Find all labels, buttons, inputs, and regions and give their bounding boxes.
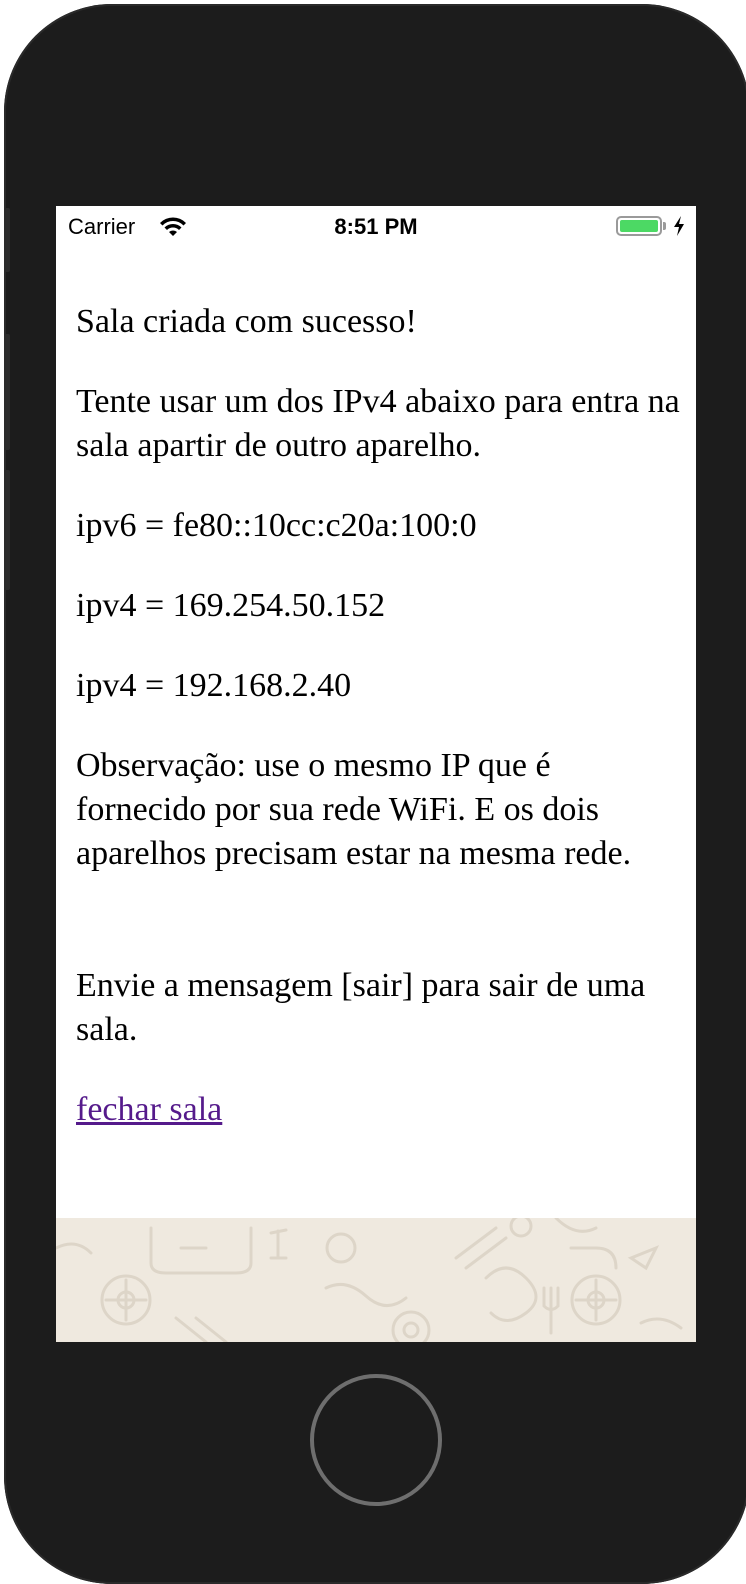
- close-room-link[interactable]: fechar sala: [76, 1091, 222, 1128]
- ipv4-address: ipv4 = 192.168.2.40: [76, 667, 352, 704]
- volume-up-button: [4, 334, 10, 450]
- ipv6-address: ipv6 = fe80::10cc:c20a:100:0: [76, 507, 477, 544]
- screen: Carrier 8:51 PM Sala criada com sucesso!…: [56, 206, 696, 1342]
- instructions-text: Tente usar um dos IPv4 abaixo para entra…: [76, 383, 680, 464]
- room-info: Sala criada com sucesso! Tente usar um d…: [76, 300, 686, 1168]
- volume-down-button: [4, 470, 10, 590]
- success-message: Sala criada com sucesso!: [76, 303, 417, 340]
- exit-hint: Envie a mensagem [sair] para sair de uma…: [76, 967, 646, 1048]
- status-bar: Carrier 8:51 PM: [56, 206, 696, 248]
- battery-cap: [663, 222, 666, 230]
- chat-background-pattern: [56, 1218, 696, 1342]
- network-note: Observação: use o mesmo IP que é forneci…: [76, 747, 632, 872]
- mute-switch: [4, 208, 10, 272]
- bolt-icon: [674, 216, 684, 236]
- doodle-pattern: [56, 1218, 683, 1342]
- clock: 8:51 PM: [334, 214, 418, 239]
- close-room-container: fechar sala: [76, 1088, 686, 1132]
- ipv4-address: ipv4 = 169.254.50.152: [76, 587, 386, 624]
- home-button[interactable]: [310, 1374, 442, 1506]
- battery-level: [620, 220, 658, 232]
- battery-icon: [616, 216, 662, 236]
